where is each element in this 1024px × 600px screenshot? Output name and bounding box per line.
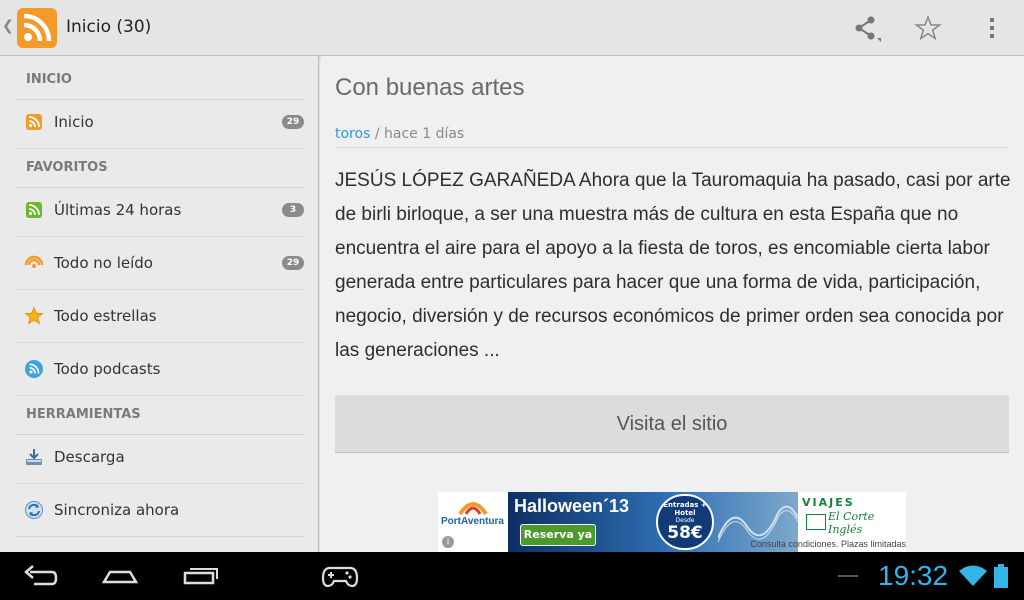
notification-indicator [838, 575, 858, 577]
meta-separator: / [370, 126, 384, 142]
count-badge: 29 [282, 115, 304, 129]
wifi-icon [959, 565, 987, 586]
eci-logo-icon [806, 514, 826, 530]
section-header-inicio: INICIO [16, 60, 304, 100]
nav-item-sincroniza-ahora[interactable]: Sincroniza ahora [16, 484, 304, 537]
nav-item-label: Sincroniza ahora [54, 501, 180, 519]
gamepad-icon[interactable] [320, 560, 360, 592]
ad-brand-left-name: PortAventura [441, 516, 504, 527]
portaventura-logo-icon [458, 502, 488, 516]
nav-item-todo-podcasts[interactable]: Todo podcasts [16, 343, 304, 396]
section-header-herramientas: HERRAMIENTAS [16, 395, 304, 435]
article-title: Con buenas artes [335, 74, 525, 101]
home-icon[interactable] [100, 560, 140, 592]
nav-item-todo-no-leido[interactable]: Todo no leído 29 [16, 237, 304, 290]
ad-cta-button[interactable]: Reserva ya [520, 524, 596, 546]
battery-icon [994, 564, 1008, 588]
article-time: hace 1 días [384, 126, 465, 142]
star-icon [24, 306, 44, 326]
rss-orange-icon [24, 112, 44, 132]
unread-stack-icon [24, 253, 44, 273]
ad-badge-line1: Entradas + Hotel [663, 501, 707, 517]
count-badge: 3 [282, 203, 304, 217]
nav-item-label: Todo estrellas [54, 307, 157, 325]
count-badge: 29 [282, 256, 304, 270]
page-title: Inicio (30) [66, 17, 152, 37]
system-bar: 19:32 [0, 552, 1024, 600]
action-bar: ❮ Inicio (30) [0, 0, 1024, 56]
clock[interactable]: 19:32 [878, 560, 948, 592]
recent-apps-icon[interactable] [180, 560, 220, 592]
navigation-drawer: INICIO Inicio 29 FAVORITOS Últimas 24 ho… [0, 56, 319, 552]
share-icon[interactable] [850, 12, 882, 44]
nav-item-label: Todo no leído [54, 254, 153, 272]
article-meta: toros / hace 1 días [335, 116, 1009, 148]
ad-headline: Halloween´13 [514, 496, 630, 516]
ad-brand-left: PortAventura i [438, 492, 508, 552]
nav-item-label: Inicio [54, 113, 94, 131]
nav-item-todo-estrellas[interactable]: Todo estrellas [16, 290, 304, 343]
star-outline-icon[interactable] [912, 12, 944, 44]
podcast-icon [24, 359, 44, 379]
nav-item-label: Todo podcasts [54, 360, 161, 378]
nav-item-descarga[interactable]: Descarga [16, 431, 304, 484]
article-tag-link[interactable]: toros [335, 126, 370, 142]
ad-badge-price: 58€ [667, 523, 703, 543]
sync-icon [24, 500, 44, 520]
visit-site-button[interactable]: Visita el sitio [335, 395, 1009, 453]
ad-price-badge: Entradas + Hotel Desde 58€ [656, 494, 714, 550]
rss-icon[interactable] [17, 8, 57, 48]
ad-banner[interactable]: PortAventura i Halloween´13 Reserva ya E… [438, 492, 906, 552]
nav-item-ultimas-24-horas[interactable]: Últimas 24 horas 3 [16, 184, 304, 237]
nav-item-inicio[interactable]: Inicio 29 [16, 96, 304, 149]
nav-item-label: Descarga [54, 448, 125, 466]
back-icon[interactable] [20, 560, 60, 592]
section-header-favoritos: FAVORITOS [16, 148, 304, 188]
nav-item-label: Últimas 24 horas [54, 201, 182, 219]
ad-footer-text: Consulta condiciones. Plazas limitadas [750, 539, 906, 549]
overflow-menu-icon[interactable] [976, 12, 1008, 44]
rss-green-icon [24, 200, 44, 220]
chevron-left-icon[interactable]: ❮ [2, 18, 14, 34]
article-body: JESÚS LÓPEZ GARAÑEDA Ahora que la Taurom… [335, 170, 1011, 361]
ad-brand-right-name: El Corte Inglés [828, 510, 875, 536]
article-view[interactable]: Con buenas artes toros / hace 1 días JES… [321, 56, 1024, 552]
ad-brand-right-top: VIAJES [802, 496, 855, 509]
info-icon[interactable]: i [442, 536, 454, 548]
download-icon [24, 447, 44, 467]
